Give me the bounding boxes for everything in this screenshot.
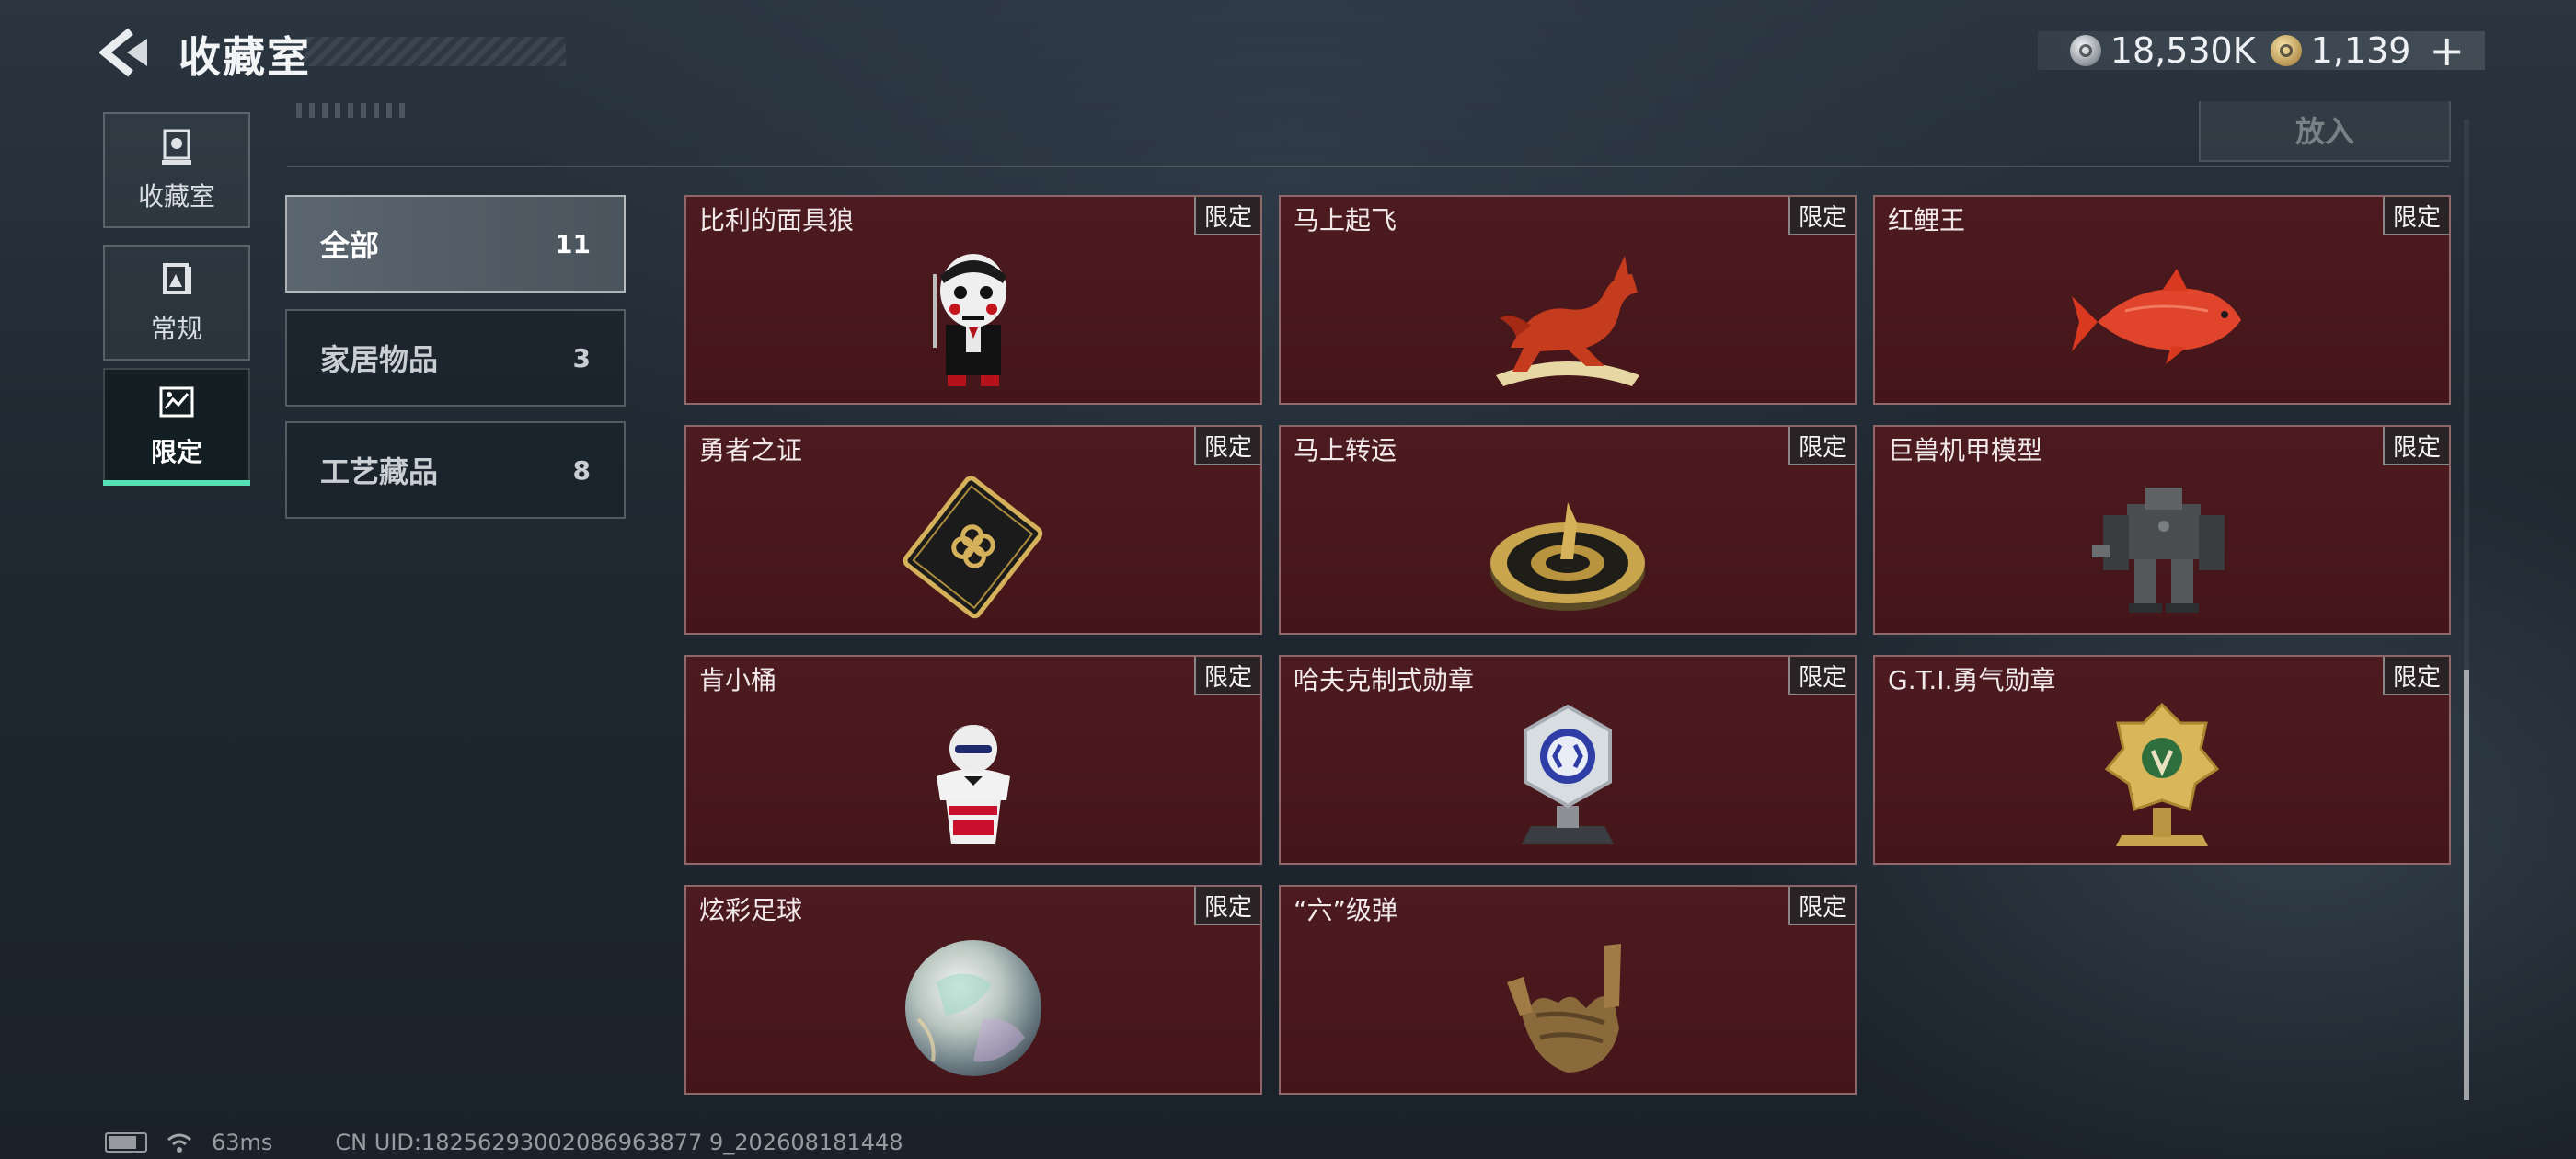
active-tab-indicator xyxy=(103,480,250,486)
red-horse-icon xyxy=(1496,256,1639,386)
limited-tag: 限定 xyxy=(2383,427,2449,465)
gold-medal-icon xyxy=(2104,702,2220,846)
item-card[interactable]: 马上起飞 限定 xyxy=(1279,195,1857,405)
limited-tag: 限定 xyxy=(2383,197,2449,235)
divider xyxy=(287,166,2449,167)
silver-amount: 18,530K xyxy=(2110,30,2256,71)
colonel-figure-icon xyxy=(937,725,1010,844)
item-name: “六”级弹 xyxy=(1294,895,1398,925)
category-count: 8 xyxy=(572,454,591,486)
category-count: 3 xyxy=(572,342,591,373)
limited-tag: 限定 xyxy=(1788,657,1855,695)
category-count: 11 xyxy=(555,228,591,259)
red-carp-icon xyxy=(2072,269,2241,364)
page-title: 收藏室 xyxy=(178,32,311,82)
item-name: 炫彩足球 xyxy=(699,895,803,925)
item-name: 肯小桶 xyxy=(699,665,777,695)
sidebar-tab-label: 常规 xyxy=(150,314,202,344)
limited-tag: 限定 xyxy=(1788,427,1855,465)
sidebar-tab-collection[interactable]: 收藏室 xyxy=(103,112,250,228)
item-name: 马上转运 xyxy=(1294,435,1397,465)
limited-tag: 限定 xyxy=(1194,887,1260,925)
item-name: G.T.I.勇气勋章 xyxy=(1888,665,2056,695)
bronze-hand-icon xyxy=(1507,944,1621,1073)
gold-card-icon xyxy=(903,476,1043,619)
category-crafts[interactable]: 工艺藏品 8 xyxy=(285,421,626,519)
title-decoration xyxy=(304,37,566,66)
limited-tag: 限定 xyxy=(1194,427,1260,465)
category-home-items[interactable]: 家居物品 3 xyxy=(285,309,626,407)
item-card[interactable]: 马上转运 限定 xyxy=(1279,425,1857,635)
item-card[interactable]: 巨兽机甲模型 限定 xyxy=(1873,425,2451,635)
silver-coin-icon xyxy=(2069,35,2101,66)
limited-tag: 限定 xyxy=(1788,887,1855,925)
add-currency-button[interactable]: + xyxy=(2429,29,2465,72)
item-name: 勇者之证 xyxy=(699,435,803,465)
battery-icon xyxy=(105,1132,147,1153)
item-card[interactable]: 红鲤王 限定 xyxy=(1873,195,2451,405)
jigsaw-puppet-icon xyxy=(933,254,1006,386)
limited-tag: 限定 xyxy=(1194,657,1260,695)
item-name: 哈夫克制式勋章 xyxy=(1294,665,1475,695)
iridescent-ball-icon xyxy=(905,940,1041,1076)
item-name: 马上起飞 xyxy=(1294,205,1397,235)
put-in-button[interactable]: 放入 xyxy=(2199,101,2451,162)
category-name: 家居物品 xyxy=(320,342,439,377)
user-uid: CN UID:18256293002086963877 9_2026081814… xyxy=(335,1130,903,1155)
scrollbar-thumb[interactable] xyxy=(2464,670,2469,1100)
category-name: 工艺藏品 xyxy=(320,454,439,489)
limited-tag: 限定 xyxy=(1194,197,1260,235)
category-all[interactable]: 全部 11 xyxy=(285,195,626,293)
back-arrow-icon xyxy=(98,28,147,77)
gold-amount: 1,139 xyxy=(2310,30,2411,71)
limited-tag: 限定 xyxy=(2383,657,2449,695)
item-name: 巨兽机甲模型 xyxy=(1888,435,2043,465)
item-name: 红鲤王 xyxy=(1888,205,1966,235)
gold-currency: 1,139 xyxy=(2270,30,2411,71)
item-card[interactable]: 比利的面具狼 限定 xyxy=(684,195,1262,405)
gold-compass-icon xyxy=(1490,502,1645,611)
item-card[interactable]: 肯小桶 限定 xyxy=(684,655,1262,865)
item-card[interactable]: G.T.I.勇气勋章 限定 xyxy=(1873,655,2451,865)
sidebar-tab-label: 收藏室 xyxy=(137,181,215,212)
back-button[interactable] xyxy=(98,28,155,77)
wifi-icon xyxy=(167,1133,191,1153)
sidebar-tab-label: 限定 xyxy=(150,437,202,467)
item-card[interactable]: 哈夫克制式勋章 限定 xyxy=(1279,655,1857,865)
clipped-text-fragment xyxy=(296,103,407,118)
item-card[interactable]: 炫彩足球 限定 xyxy=(684,885,1262,1095)
ping-value: 63ms xyxy=(212,1130,273,1155)
gold-coin-icon xyxy=(2270,35,2302,66)
item-name: 比利的面具狼 xyxy=(699,205,855,235)
trophy-stand-icon xyxy=(162,129,191,165)
sidebar-tab-limited[interactable]: 限定 xyxy=(103,368,250,484)
status-bar: 63ms CN UID:18256293002086963877 9_20260… xyxy=(105,1130,903,1155)
mech-model-icon xyxy=(2092,488,2225,613)
limited-tag: 限定 xyxy=(1788,197,1855,235)
limited-frame-icon xyxy=(159,386,194,418)
currency-bar: 18,530K 1,139 + xyxy=(2038,29,2485,72)
item-card[interactable]: 勇者之证 限定 xyxy=(684,425,1262,635)
silver-medal-icon xyxy=(1522,704,1614,844)
silver-currency: 18,530K xyxy=(2069,30,2256,71)
book-icon xyxy=(163,263,191,294)
item-card[interactable]: “六”级弹 限定 xyxy=(1279,885,1857,1095)
category-name: 全部 xyxy=(320,228,380,263)
sidebar-tab-regular[interactable]: 常规 xyxy=(103,245,250,361)
